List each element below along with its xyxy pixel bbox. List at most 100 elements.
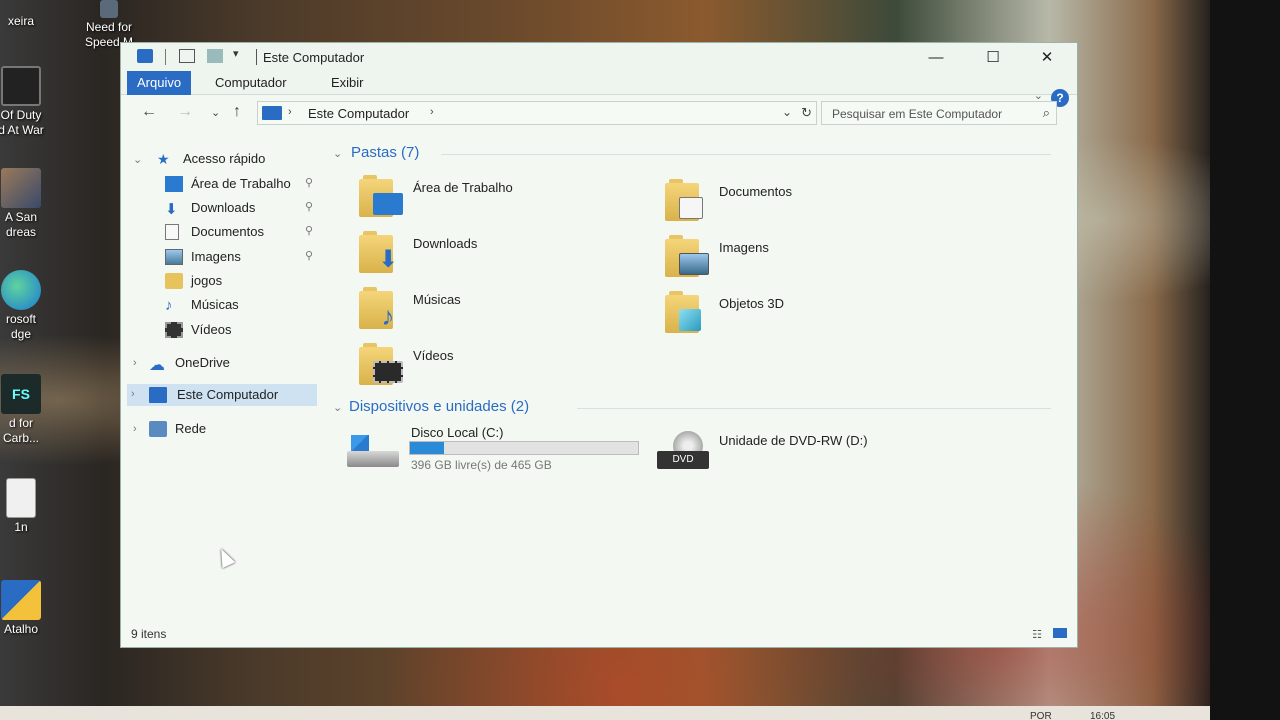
folder-label[interactable]: Objetos 3D bbox=[719, 296, 784, 311]
nav-item-musicas[interactable]: ♪ Músicas bbox=[165, 294, 321, 316]
folder-area-de-trabalho[interactable] bbox=[359, 175, 403, 217]
desktop-shortcut-edge[interactable]: rosoft dge bbox=[0, 270, 56, 342]
folder-label[interactable]: Downloads bbox=[413, 236, 477, 251]
game-icon bbox=[100, 0, 118, 18]
folder-label[interactable]: Imagens bbox=[719, 240, 769, 255]
desktop-shortcut-nfs-carbon[interactable]: FS d for Carb... bbox=[0, 374, 56, 446]
nav-item-documentos[interactable]: Documentos ⚲ bbox=[165, 221, 321, 243]
folder-label[interactable]: Documentos bbox=[719, 184, 792, 199]
expand-chevron-icon[interactable]: › bbox=[131, 388, 135, 400]
nav-label: OneDrive bbox=[175, 355, 230, 370]
devices-section-header[interactable]: Dispositivos e unidades (2) bbox=[349, 398, 529, 415]
desktop-shortcut-atalho[interactable]: Atalho bbox=[0, 580, 56, 637]
desktop-shortcut-label: A San dreas bbox=[4, 210, 38, 239]
edge-browser-icon bbox=[1, 270, 41, 310]
nav-label: Rede bbox=[175, 421, 207, 436]
expand-chevron-icon[interactable]: › bbox=[133, 357, 137, 369]
language-indicator[interactable]: POR bbox=[1030, 711, 1052, 720]
tab-exibir[interactable]: Exibir bbox=[331, 75, 364, 90]
address-dropdown-chevron-icon[interactable]: ⌄ bbox=[782, 105, 792, 119]
drive-d-label[interactable]: Unidade de DVD-RW (D:) bbox=[719, 433, 868, 448]
drive-c-label[interactable]: Disco Local (C:) bbox=[411, 425, 503, 440]
recent-locations-chevron-icon[interactable]: ⌄ bbox=[211, 106, 220, 119]
large-icons-view-icon[interactable] bbox=[1053, 628, 1067, 638]
folder-documentos[interactable] bbox=[665, 179, 709, 221]
desktop-shortcut-call-of-duty[interactable]: Of Duty d At War bbox=[0, 66, 56, 138]
computer-icon bbox=[137, 49, 153, 63]
folder-label[interactable]: Músicas bbox=[413, 292, 461, 307]
folder-label[interactable]: Vídeos bbox=[413, 348, 453, 363]
address-text: Este Computador bbox=[308, 106, 410, 121]
refresh-icon[interactable]: ↻ bbox=[801, 105, 812, 121]
drive-c[interactable] bbox=[347, 435, 399, 469]
nav-label: Documentos bbox=[191, 224, 264, 239]
music-note-icon: ♪ bbox=[165, 297, 173, 314]
breadcrumb-chevron-icon[interactable]: › bbox=[430, 106, 434, 118]
nav-item-imagens[interactable]: Imagens ⚲ bbox=[165, 246, 321, 268]
drive-d[interactable]: DVD bbox=[657, 431, 709, 471]
folder-videos[interactable] bbox=[359, 343, 403, 385]
desktop-shortcut-san-andreas[interactable]: A San dreas bbox=[0, 168, 56, 240]
drive-c-usage-fill bbox=[410, 442, 444, 454]
desktop-shortcut-file[interactable]: 1n bbox=[0, 478, 56, 535]
folder-icon bbox=[165, 273, 183, 289]
shield-shortcut-icon bbox=[1, 580, 41, 620]
picture-icon bbox=[679, 253, 709, 275]
minimize-button[interactable]: — bbox=[916, 47, 956, 69]
tab-arquivo[interactable]: Arquivo bbox=[127, 71, 192, 95]
drive-c-free-space: 396 GB livre(s) de 465 GB bbox=[411, 458, 552, 472]
divider bbox=[165, 49, 166, 65]
game-icon bbox=[1, 168, 41, 208]
back-arrow-icon[interactable]: ← bbox=[141, 103, 157, 121]
nav-este-computador[interactable]: › Este Computador bbox=[127, 384, 317, 406]
cloud-icon: ☁ bbox=[149, 357, 165, 374]
nav-rede[interactable]: Rede bbox=[149, 418, 317, 440]
pin-icon: ⚲ bbox=[305, 177, 314, 189]
desktop-shortcut-label: xeira bbox=[7, 14, 34, 28]
search-input[interactable]: Pesquisar em Este Computador ⌕ bbox=[821, 101, 1057, 125]
expand-chevron-icon[interactable]: › bbox=[133, 423, 137, 435]
folder-label[interactable]: Área de Trabalho bbox=[413, 180, 513, 195]
nav-item-videos[interactable]: Vídeos bbox=[165, 319, 321, 341]
nav-onedrive[interactable]: ☁ OneDrive bbox=[149, 352, 317, 374]
close-button[interactable]: ✕ bbox=[1027, 47, 1067, 69]
properties-check-icon[interactable] bbox=[179, 49, 195, 63]
desktop-icon bbox=[165, 176, 183, 192]
document-icon bbox=[165, 224, 179, 240]
film-icon bbox=[165, 322, 183, 338]
new-folder-icon[interactable] bbox=[207, 49, 223, 63]
folder-imagens[interactable] bbox=[665, 235, 709, 277]
document-icon bbox=[679, 197, 703, 219]
folder-objetos-3d[interactable] bbox=[665, 291, 709, 333]
customize-quick-access-chevron-icon[interactable]: ▾ bbox=[233, 47, 239, 60]
nav-item-area-de-trabalho[interactable]: Área de Trabalho ⚲ bbox=[165, 173, 321, 195]
nav-label: Vídeos bbox=[191, 322, 232, 337]
nav-item-jogos[interactable]: jogos bbox=[165, 270, 321, 292]
nfs-game-icon: FS bbox=[1, 374, 41, 414]
nav-item-downloads[interactable]: ⬇ Downloads ⚲ bbox=[165, 197, 321, 219]
file-explorer-window: ▾ Este Computador — ☐ ✕ Arquivo Computad… bbox=[120, 42, 1078, 648]
desktop-shortcut-xeira[interactable]: xeira bbox=[0, 14, 56, 29]
forward-arrow-icon[interactable]: → bbox=[177, 103, 193, 121]
folder-downloads[interactable]: ⬇ bbox=[359, 231, 403, 273]
details-view-icon[interactable]: ☷ bbox=[1032, 629, 1042, 641]
address-bar[interactable]: › Este Computador › ⌄ ↻ bbox=[257, 101, 817, 125]
music-note-icon: ♪ bbox=[381, 301, 395, 331]
monitor-bezel bbox=[1210, 0, 1280, 720]
nav-label: Imagens bbox=[191, 249, 241, 264]
nav-quick-access[interactable]: ★ Acesso rápido bbox=[157, 148, 317, 170]
folders-section-header[interactable]: Pastas (7) bbox=[351, 144, 419, 161]
maximize-button[interactable]: ☐ bbox=[973, 47, 1013, 69]
film-icon bbox=[373, 361, 403, 383]
hard-drive-icon bbox=[347, 451, 399, 467]
collapse-chevron-icon[interactable]: ⌄ bbox=[333, 147, 342, 160]
collapse-chevron-icon[interactable]: ⌄ bbox=[133, 153, 142, 166]
collapse-chevron-icon[interactable]: ⌄ bbox=[333, 401, 342, 414]
clock[interactable]: 16:05 bbox=[1090, 711, 1115, 720]
computer-icon bbox=[149, 387, 167, 403]
folder-musicas[interactable]: ♪ bbox=[359, 287, 403, 329]
divider bbox=[577, 408, 1051, 409]
up-arrow-icon[interactable]: ↑ bbox=[233, 103, 241, 121]
nav-label: Downloads bbox=[191, 200, 256, 215]
tab-computador[interactable]: Computador bbox=[215, 75, 287, 90]
